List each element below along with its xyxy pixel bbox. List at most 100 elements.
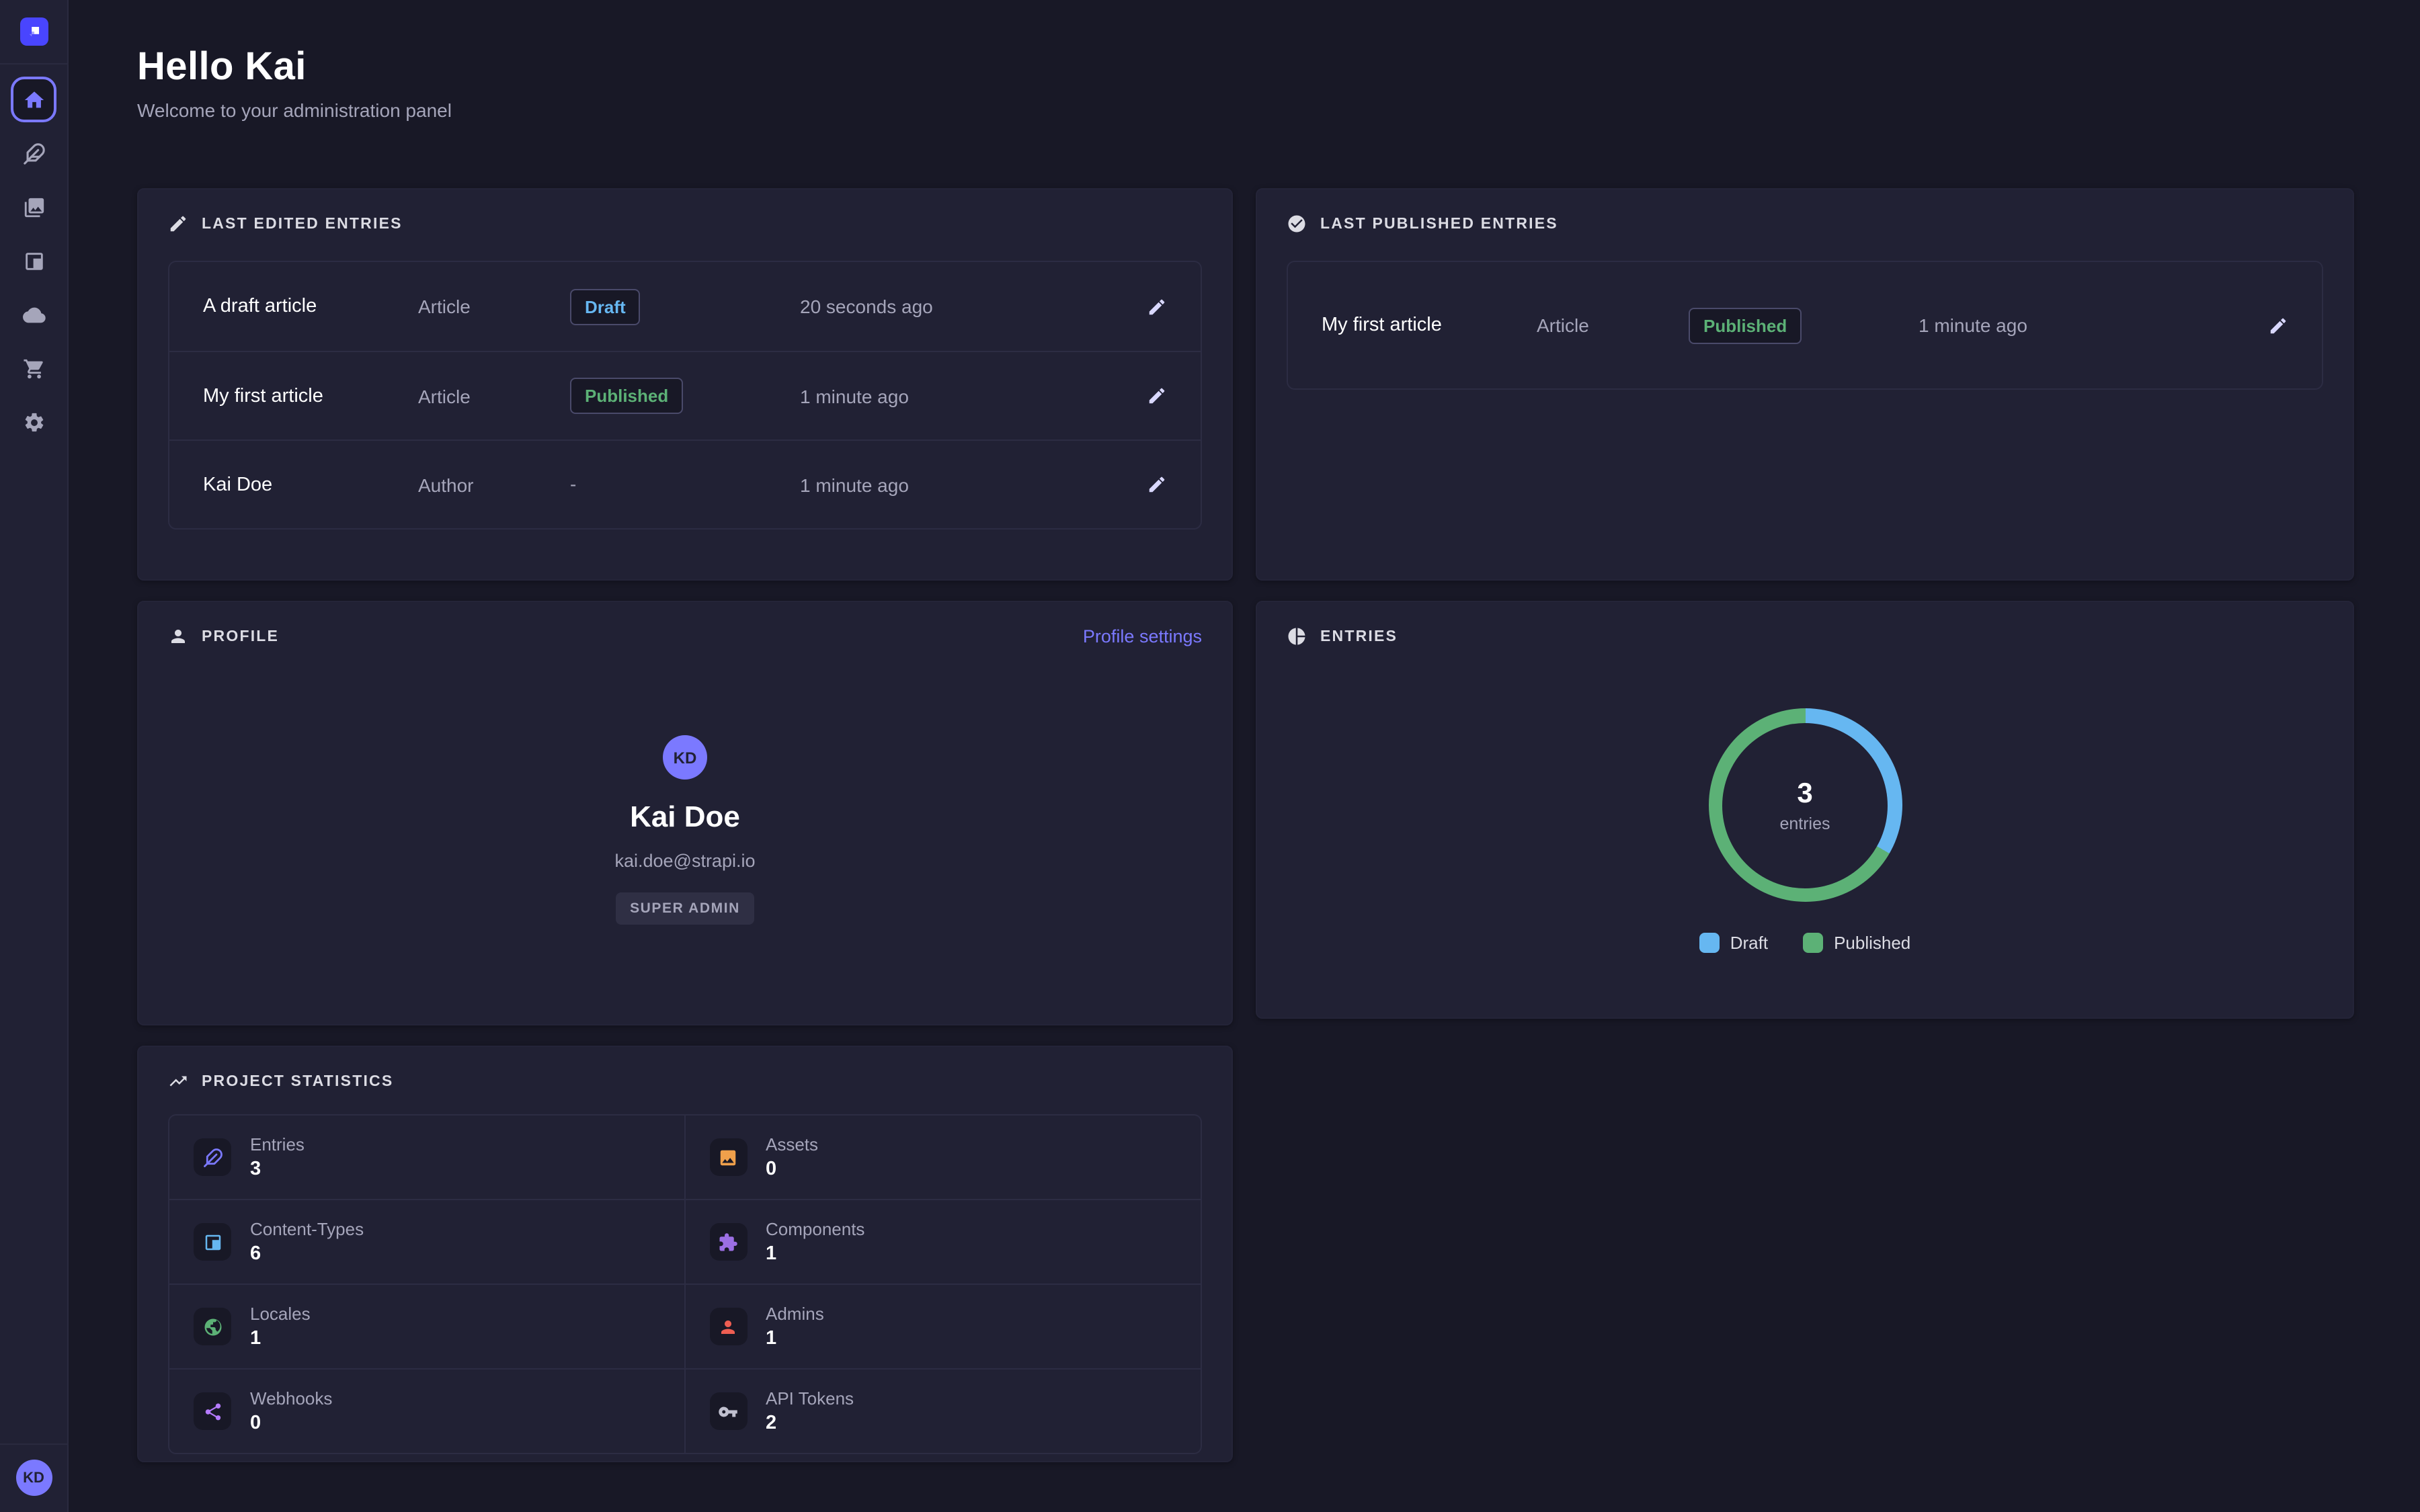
entry-row[interactable]: My first article Article Published 1 min… (169, 351, 1201, 439)
legend-label: Published (1834, 933, 1910, 953)
images-icon (718, 1147, 738, 1167)
sidebar-item-home[interactable] (11, 77, 56, 122)
stat-label: Admins (766, 1304, 824, 1324)
globe-icon (202, 1316, 223, 1337)
cart-icon (22, 357, 45, 380)
legend-item-draft: Draft (1699, 933, 1768, 953)
sidebar-item-marketplace[interactable] (11, 345, 56, 391)
entry-kind: Article (1537, 314, 1689, 336)
feather-icon (22, 142, 45, 165)
stat-label: Content-Types (250, 1219, 364, 1239)
draft-swatch (1699, 933, 1720, 953)
entry-kind: Author (418, 474, 570, 495)
cloud-icon (22, 303, 45, 326)
strapi-logo-icon (25, 23, 42, 40)
stat-content-types: Content-Types6 (169, 1200, 685, 1285)
gear-icon (22, 411, 45, 433)
edit-entry-button[interactable] (1139, 467, 1174, 502)
entry-name: A draft article (203, 296, 418, 317)
profile-avatar: KD (663, 735, 707, 780)
sidebar: KD (0, 0, 69, 1512)
entry-row[interactable]: My first article Article Published 1 min… (1288, 262, 2322, 388)
user-icon (168, 626, 188, 646)
status-empty: - (570, 472, 576, 494)
entry-time: 1 minute ago (800, 385, 1139, 407)
stat-value: 0 (250, 1413, 332, 1434)
home-icon (22, 88, 45, 111)
edit-entry-button[interactable] (1139, 289, 1174, 324)
entry-time: 1 minute ago (1919, 314, 2260, 336)
stat-label: Components (766, 1219, 864, 1239)
entry-name: My first article (203, 385, 418, 407)
stat-label: Webhooks (250, 1388, 332, 1409)
entry-row[interactable]: A draft article Article Draft 20 seconds… (169, 262, 1201, 351)
entry-name: Kai Doe (203, 474, 418, 495)
stat-value: 0 (766, 1159, 818, 1180)
profile-settings-link[interactable]: Profile settings (1083, 626, 1202, 646)
stat-value: 1 (250, 1328, 311, 1349)
pencil-icon (1146, 386, 1166, 406)
project-statistics-card: PROJECT STATISTICS Entries3 Assets0 (137, 1046, 1233, 1462)
entries-total: 3 (1797, 778, 1812, 810)
images-icon (22, 196, 45, 218)
stat-value: 3 (250, 1159, 305, 1180)
stat-value: 2 (766, 1413, 854, 1434)
sidebar-item-settings[interactable] (11, 399, 56, 445)
pie-chart-icon (1287, 626, 1307, 646)
status-badge: Draft (570, 288, 641, 325)
entry-kind: Article (418, 296, 570, 317)
sidebar-divider-top (0, 63, 67, 65)
card-title: PROFILE (202, 628, 279, 644)
stat-label: Entries (250, 1134, 305, 1154)
sidebar-item-content-manager[interactable] (11, 130, 56, 176)
feather-icon (202, 1147, 223, 1167)
entry-row[interactable]: Kai Doe Author - 1 minute ago (169, 439, 1201, 528)
profile-name: Kai Doe (630, 800, 740, 835)
trending-up-icon (168, 1071, 188, 1091)
entry-name: My first article (1322, 314, 1537, 336)
pencil-icon (1146, 474, 1166, 495)
last-published-table: My first article Article Published 1 min… (1287, 261, 2323, 390)
profile-card: PROFILE Profile settings KD Kai Doe kai.… (137, 601, 1233, 1025)
last-edited-entries-card: LAST EDITED ENTRIES A draft article Arti… (137, 188, 1233, 581)
page-title: Hello Kai (137, 44, 2354, 90)
puzzle-icon (718, 1232, 738, 1252)
layout-icon (22, 249, 45, 272)
user-icon (718, 1316, 738, 1337)
last-published-entries-card: LAST PUBLISHED ENTRIES My first article … (1256, 188, 2354, 581)
status-badge: Published (570, 378, 683, 414)
card-title: ENTRIES (1320, 628, 1398, 644)
statistics-grid: Entries3 Assets0 Content-Types6 Com (168, 1114, 1202, 1454)
sidebar-item-deploy[interactable] (11, 292, 56, 337)
sidebar-user-avatar[interactable]: KD (15, 1460, 52, 1496)
entry-time: 1 minute ago (800, 474, 1139, 495)
entries-chart-card: ENTRIES 3 entries Draft (1256, 601, 2354, 1019)
stat-entries: Entries 3 (169, 1116, 685, 1200)
chart-legend: Draft Published (1699, 933, 1911, 953)
card-title: LAST PUBLISHED ENTRIES (1320, 216, 1558, 232)
sidebar-item-media-library[interactable] (11, 184, 56, 230)
entries-donut-chart: 3 entries (1708, 708, 1902, 902)
legend-label: Draft (1730, 933, 1768, 953)
sidebar-divider-bottom (0, 1443, 67, 1445)
pencil-icon (168, 214, 188, 234)
edit-entry-button[interactable] (2260, 308, 2295, 343)
stat-admins: Admins 1 (685, 1285, 1201, 1370)
key-icon (718, 1401, 738, 1421)
page-subtitle: Welcome to your administration panel (137, 99, 2354, 121)
stat-label: API Tokens (766, 1388, 854, 1409)
edit-entry-button[interactable] (1139, 378, 1174, 413)
stat-label: Locales (250, 1304, 311, 1324)
stat-api-tokens: API Tokens 2 (685, 1370, 1201, 1453)
card-title: LAST EDITED ENTRIES (202, 216, 403, 232)
layout-icon (202, 1232, 223, 1252)
stat-components: Components1 (685, 1200, 1201, 1285)
sidebar-item-content-type-builder[interactable] (11, 238, 56, 284)
legend-item-published: Published (1803, 933, 1910, 953)
entries-total-sublabel: entries (1779, 814, 1830, 833)
strapi-logo[interactable] (19, 17, 48, 46)
stat-value: 1 (766, 1328, 824, 1349)
pencil-icon (1146, 296, 1166, 317)
last-edited-table: A draft article Article Draft 20 seconds… (168, 261, 1202, 530)
stat-label: Assets (766, 1134, 818, 1154)
